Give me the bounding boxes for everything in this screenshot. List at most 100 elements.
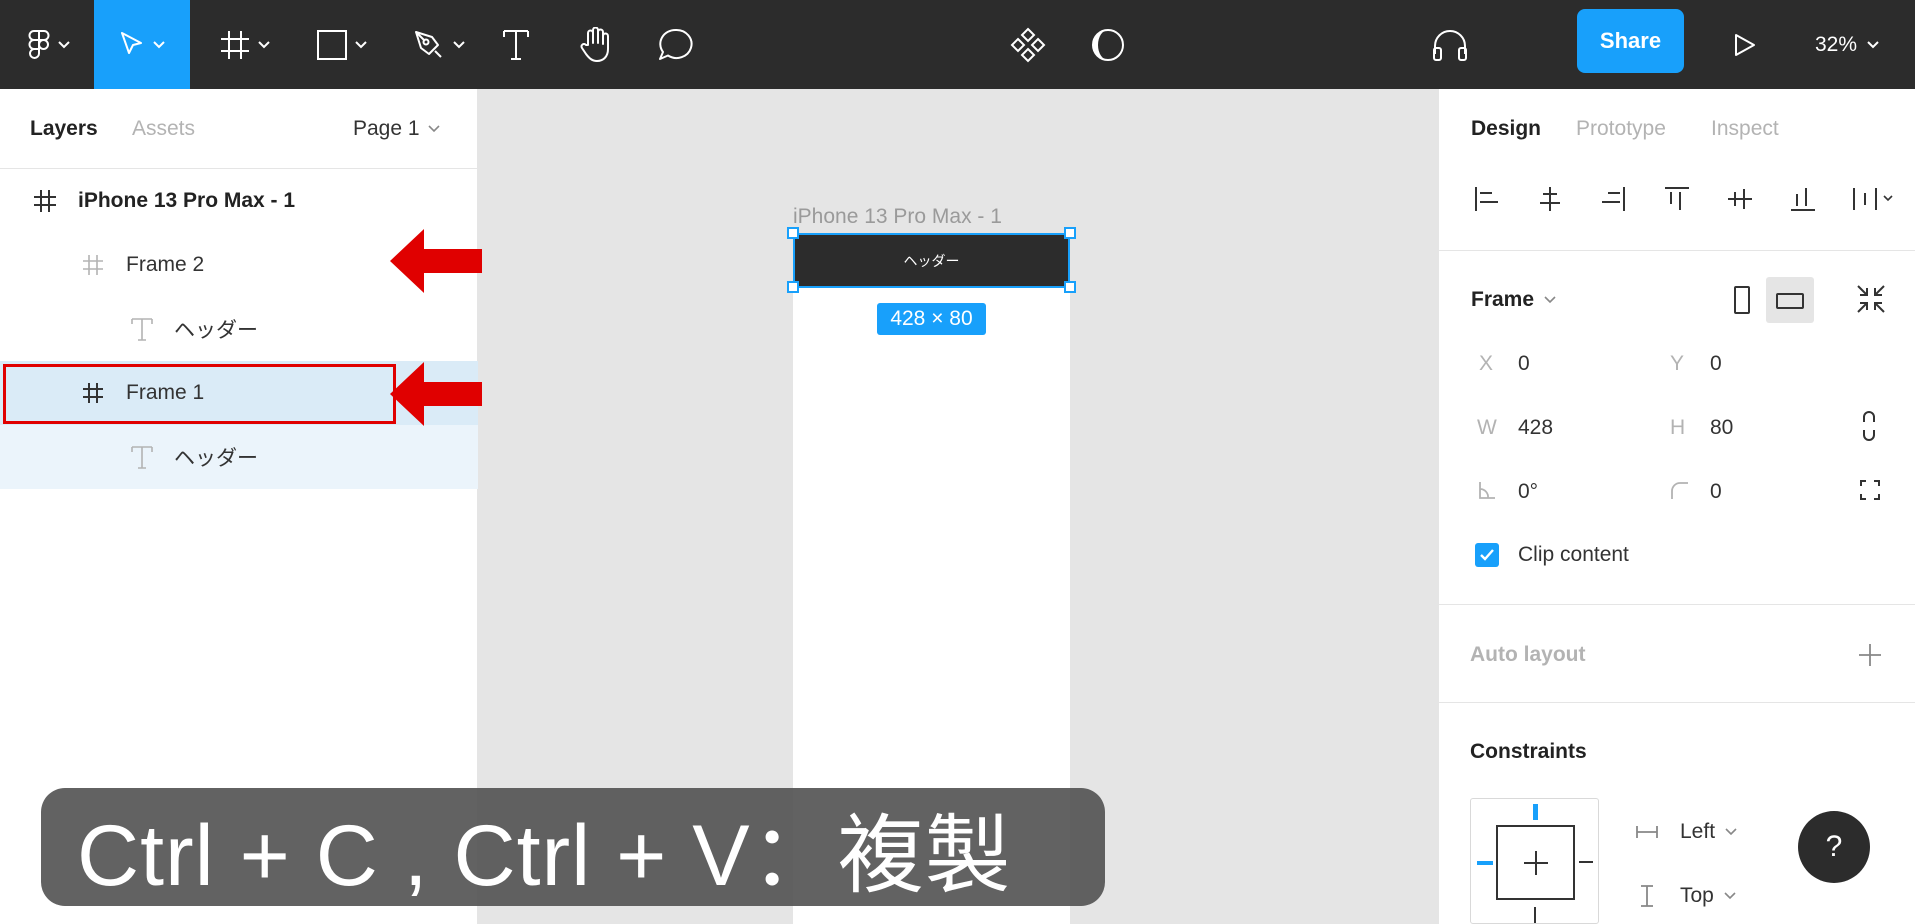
shape-tool-icon <box>317 29 347 60</box>
components-button[interactable] <box>1008 0 1048 89</box>
frame-name-label[interactable]: iPhone 13 Pro Max - 1 <box>793 205 1002 229</box>
plus-icon <box>1524 851 1548 875</box>
portrait-icon[interactable] <box>1733 285 1751 315</box>
align-left-icon[interactable] <box>1473 185 1501 213</box>
contrast-icon <box>1092 28 1124 61</box>
constraint-left-indicator[interactable] <box>1477 861 1493 865</box>
vertical-constraint-dropdown[interactable]: Top <box>1680 884 1736 908</box>
auto-layout-title: Auto layout <box>1470 643 1586 666</box>
rotation-input[interactable]: 0° <box>1518 480 1538 504</box>
y-input[interactable]: 0 <box>1710 352 1722 376</box>
w-input[interactable]: 428 <box>1518 416 1553 440</box>
checkmark-icon <box>1480 549 1494 561</box>
main-menu-button[interactable] <box>14 0 84 89</box>
corner-radius-icon <box>1671 482 1688 499</box>
resize-handle[interactable] <box>787 281 799 293</box>
tab-prototype[interactable]: Prototype <box>1576 117 1666 141</box>
layer-row[interactable]: ヘッダー <box>0 425 478 489</box>
align-vertical-center-icon[interactable] <box>1726 185 1754 213</box>
constrain-proportions-icon[interactable] <box>1861 410 1877 442</box>
share-button[interactable]: Share <box>1577 9 1684 73</box>
horizontal-constraint-dropdown[interactable]: Left <box>1680 820 1737 844</box>
layer-label: ヘッダー <box>174 447 258 470</box>
text-tool-icon <box>503 29 529 60</box>
constraints-widget[interactable] <box>1470 798 1599 924</box>
page-selector[interactable]: Page 1 <box>353 117 440 141</box>
red-arrow-icon <box>390 229 482 293</box>
top-toolbar: Share 32% <box>0 0 1915 89</box>
zoom-label: 32% <box>1815 32 1858 56</box>
text-tool-button[interactable] <box>496 0 536 89</box>
clip-content-label[interactable]: Clip content <box>1518 543 1629 567</box>
vertical-constraint-icon <box>1641 885 1653 907</box>
align-horizontal-center-icon[interactable] <box>1536 185 1564 213</box>
highlight-box <box>3 364 396 424</box>
chevron-down-icon <box>153 40 165 48</box>
chevron-down-icon <box>1544 296 1556 304</box>
resize-handle[interactable] <box>787 227 799 239</box>
text-layer-icon <box>131 445 153 469</box>
zoom-menu[interactable]: 32% <box>1815 0 1879 89</box>
chevron-down-icon <box>427 125 440 133</box>
layer-label: ヘッダー <box>174 319 258 342</box>
radius-input[interactable]: 0 <box>1710 480 1722 504</box>
alignment-toolbar <box>1439 185 1915 225</box>
comment-tool-button[interactable] <box>654 0 698 89</box>
resize-handle[interactable] <box>1064 227 1076 239</box>
vertical-constraint-label: Top <box>1680 884 1714 907</box>
chevron-down-icon <box>355 40 367 48</box>
text-layer-icon <box>131 317 153 341</box>
y-label: Y <box>1670 352 1685 375</box>
chevron-down-icon <box>58 40 70 48</box>
x-input[interactable]: 0 <box>1518 352 1530 376</box>
frame-type-selector[interactable]: Frame <box>1471 288 1556 312</box>
red-arrow-icon <box>390 362 482 426</box>
contrast-button[interactable] <box>1088 0 1128 89</box>
comment-tool-icon <box>659 28 693 60</box>
present-button[interactable] <box>1730 0 1760 89</box>
shortcut-caption: Ctrl + C , Ctrl + V：複製 <box>41 788 1105 906</box>
tab-assets[interactable]: Assets <box>132 117 195 141</box>
distribute-icon[interactable] <box>1851 185 1897 213</box>
constraint-top-indicator[interactable] <box>1533 804 1538 820</box>
add-auto-layout-icon[interactable] <box>1858 643 1882 667</box>
layer-row[interactable]: iPhone 13 Pro Max - 1 <box>0 169 478 233</box>
selected-header-frame[interactable]: ヘッダー <box>793 233 1070 288</box>
size-badge: 428 × 80 <box>877 303 986 335</box>
constraints-title: Constraints <box>1470 740 1587 763</box>
tab-inspect[interactable]: Inspect <box>1711 117 1779 141</box>
frame-section-title: Frame <box>1471 288 1535 311</box>
align-right-icon[interactable] <box>1599 185 1627 213</box>
resize-handle[interactable] <box>1064 281 1076 293</box>
horizontal-constraint-icon <box>1636 826 1658 838</box>
constraint-right-indicator[interactable] <box>1579 861 1593 863</box>
tab-design[interactable]: Design <box>1471 117 1541 141</box>
shape-tool-button[interactable] <box>306 0 378 89</box>
resize-to-fit-icon[interactable] <box>1856 284 1886 314</box>
pen-tool-button[interactable] <box>402 0 476 89</box>
landscape-toggle[interactable] <box>1766 277 1814 323</box>
x-label: X <box>1479 352 1494 375</box>
clip-content-checkbox[interactable] <box>1475 543 1499 567</box>
chevron-down-icon <box>258 40 270 48</box>
page-selector-label: Page 1 <box>353 117 420 140</box>
rotation-icon <box>1479 482 1495 499</box>
align-top-icon[interactable] <box>1663 185 1691 213</box>
h-input[interactable]: 80 <box>1710 416 1733 440</box>
layer-row[interactable]: ヘッダー <box>0 297 478 361</box>
tab-layers[interactable]: Layers <box>30 117 98 141</box>
frame-icon <box>82 254 104 276</box>
frame-icon <box>33 189 57 213</box>
move-tool-button[interactable] <box>94 0 190 89</box>
hand-tool-button[interactable] <box>574 0 618 89</box>
constraint-bottom-indicator[interactable] <box>1534 907 1536 923</box>
frame-tool-button[interactable] <box>208 0 282 89</box>
independent-corners-icon[interactable] <box>1860 480 1880 500</box>
layer-label: iPhone 13 Pro Max - 1 <box>78 189 296 212</box>
chevron-down-icon <box>453 40 465 48</box>
align-bottom-icon[interactable] <box>1789 185 1817 213</box>
layers-panel-tabs: Layers Assets Page 1 <box>0 89 478 169</box>
audio-button[interactable] <box>1428 0 1472 89</box>
chevron-down-icon <box>1867 40 1879 48</box>
help-button[interactable]: ? <box>1798 811 1870 883</box>
